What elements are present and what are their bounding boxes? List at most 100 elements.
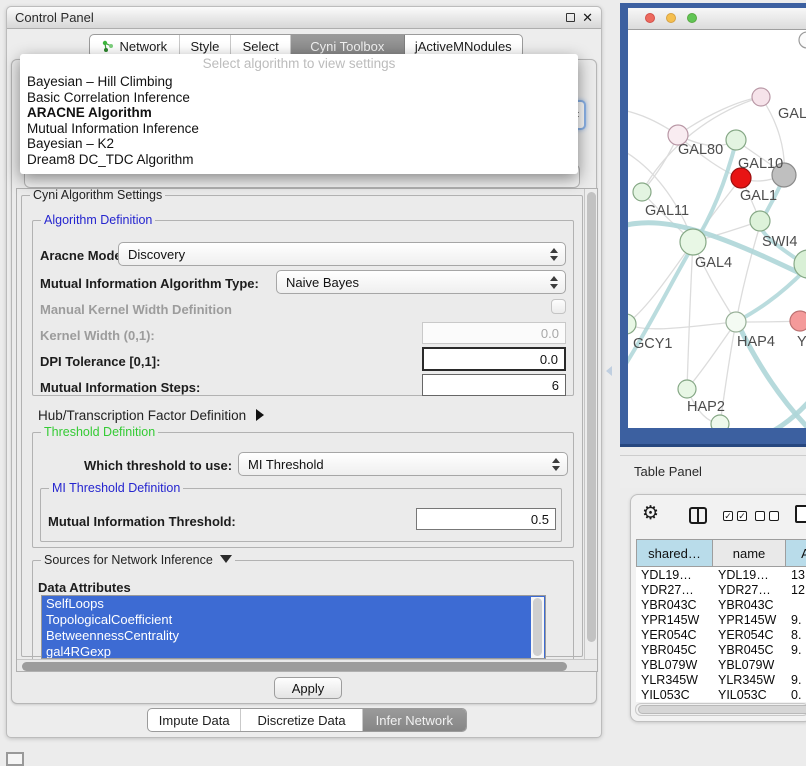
- table-horizontal-scrollbar-thumb[interactable]: [638, 705, 806, 714]
- data-attributes-list[interactable]: SelfLoopsTopologicalCoefficientBetweenne…: [41, 595, 546, 659]
- new-table-icon[interactable]: [795, 505, 806, 523]
- table-row[interactable]: YBR043CYBR043C: [636, 597, 806, 612]
- node-label-hap4: HAP4: [737, 334, 775, 350]
- node-gal7[interactable]: [752, 88, 770, 106]
- table-cell: YBL079W: [641, 658, 697, 672]
- node-gal1[interactable]: [750, 211, 770, 231]
- cyni-toolbox-panel: Select algorithm to view settings Bayesi…: [11, 59, 597, 704]
- tab-label: Impute Data: [159, 713, 230, 728]
- sources-title-toggle[interactable]: Sources for Network Inference: [41, 553, 235, 567]
- mi-steps-label: Mutual Information Steps:: [40, 380, 200, 395]
- dpi-tolerance-field[interactable]: 0.0: [422, 347, 566, 371]
- table-cell: YDL19…: [641, 568, 692, 582]
- settings-horizontal-scrollbar[interactable]: [17, 659, 598, 672]
- aracne-mode-label: Aracne Mode:: [40, 248, 126, 263]
- table-row[interactable]: YDR27…YDR27…12: [636, 582, 806, 597]
- attributes-scrollbar[interactable]: [531, 597, 544, 659]
- manual-kernel-width-label: Manual Kernel Width Definition: [40, 302, 232, 317]
- tab-discretize-data[interactable]: Discretize Data: [241, 709, 362, 731]
- mi-steps-field[interactable]: 6: [422, 374, 566, 396]
- gear-icon[interactable]: ⚙: [642, 504, 659, 523]
- node-top-right[interactable]: [799, 32, 806, 48]
- table-cell: YBR045C: [641, 643, 697, 657]
- splitpane-toggle-icon[interactable]: [606, 366, 612, 376]
- table-row[interactable]: YIL053CYIL053C0.: [636, 687, 806, 702]
- tab-label: Cyni Toolbox: [310, 39, 384, 54]
- float-window-icon[interactable]: [566, 13, 575, 22]
- tab-label: Network: [119, 39, 167, 54]
- table-cell: 0.: [791, 688, 801, 702]
- settings-scroll-viewport: Cyni Algorithm Settings Algorithm Defini…: [16, 188, 598, 672]
- node-salmon[interactable]: [790, 311, 806, 331]
- combo-stepper-icon: [550, 276, 558, 289]
- algorithm-option[interactable]: Dream8 DC_TDC Algorithm: [27, 152, 194, 168]
- hub-factor-section-toggle[interactable]: Hub/Transcription Factor Definition: [38, 408, 264, 423]
- tab-label: Discretize Data: [257, 713, 345, 728]
- tab-impute-data[interactable]: Impute Data: [148, 709, 241, 731]
- select-all-columns-icon[interactable]: ✓ ✓: [723, 511, 747, 521]
- table-panel-titlebar[interactable]: Table Panel: [620, 456, 806, 488]
- node-bottom[interactable]: [711, 415, 729, 428]
- close-traffic-light-icon[interactable]: [645, 13, 655, 23]
- node-hap4[interactable]: [726, 312, 746, 332]
- settings-horizontal-scrollbar-thumb[interactable]: [22, 662, 567, 671]
- table-cell: YPR145W: [718, 613, 776, 627]
- deselect-all-columns-icon[interactable]: [755, 511, 779, 521]
- settings-vertical-scrollbar-thumb[interactable]: [587, 192, 596, 642]
- column-header-name[interactable]: name: [713, 539, 786, 567]
- node-attribute-table: shared…nameA YDL19…YDL19…13YDR27…YDR27…1…: [636, 539, 806, 702]
- zoom-traffic-light-icon[interactable]: [687, 13, 697, 23]
- cyni-algorithm-settings-group: Cyni Algorithm Settings Algorithm Defini…: [21, 195, 583, 657]
- node-gal10[interactable]: [726, 130, 746, 150]
- table-cell: YBL079W: [718, 658, 774, 672]
- which-threshold-combo[interactable]: MI Threshold: [238, 452, 568, 476]
- network-canvas[interactable]: GALGAL80GAL10GAL1GAL11GAL4SWI4GCY1HAP4YH…: [628, 30, 806, 428]
- table-cell: YBR043C: [641, 598, 697, 612]
- manual-kernel-width-checkbox[interactable]: [551, 299, 566, 314]
- table-row[interactable]: YBR045CYBR045C9.: [636, 642, 806, 657]
- aracne-mode-combo[interactable]: Discovery: [118, 242, 566, 266]
- table-row[interactable]: YPR145WYPR145W9.: [636, 612, 806, 627]
- table-horizontal-scrollbar[interactable]: [635, 703, 806, 716]
- algorithm-option[interactable]: ARACNE Algorithm: [27, 105, 152, 121]
- table-cell: YDR27…: [641, 583, 694, 597]
- column-header-shared[interactable]: shared…: [636, 539, 713, 567]
- split-columns-icon[interactable]: [689, 507, 707, 524]
- node-gal11[interactable]: [633, 183, 651, 201]
- control-panel-window: Control Panel ✕ NetworkStyleSelectCyni T…: [6, 6, 602, 738]
- close-icon[interactable]: ✕: [582, 10, 593, 26]
- mi-algorithm-type-value: Naive Bayes: [286, 275, 359, 290]
- network-window-titlebar[interactable]: [628, 8, 806, 30]
- node-label-y: Y: [797, 334, 806, 350]
- table-row[interactable]: YLR345WYLR345W9.: [636, 672, 806, 687]
- mi-algorithm-type-combo[interactable]: Naive Bayes: [276, 270, 566, 294]
- table-row[interactable]: YBL079W YBL079W: [636, 657, 806, 672]
- attribute-item[interactable]: gal4RGexp: [46, 644, 111, 659]
- attribute-item[interactable]: TopologicalCoefficient: [46, 612, 172, 628]
- algorithm-option[interactable]: Bayesian – K2: [27, 136, 114, 152]
- network-view-window: GALGAL80GAL10GAL1GAL11GAL4SWI4GCY1HAP4YH…: [620, 0, 806, 452]
- table-cell: 9.: [791, 613, 801, 627]
- node-gal4[interactable]: [680, 229, 706, 255]
- settings-vertical-scrollbar[interactable]: [584, 189, 597, 659]
- attribute-item[interactable]: BetweennessCentrality: [46, 628, 179, 644]
- algorithm-option[interactable]: Basic Correlation Inference: [27, 90, 190, 106]
- mi-threshold-field[interactable]: 0.5: [416, 508, 556, 530]
- control-panel-titlebar[interactable]: Control Panel ✕: [7, 7, 601, 29]
- algorithm-option[interactable]: Bayesian – Hill Climbing: [27, 74, 173, 90]
- algorithm-option[interactable]: Mutual Information Inference: [27, 121, 199, 137]
- table-cell: YDR27…: [718, 583, 771, 597]
- kernel-width-field[interactable]: 0.0: [422, 322, 566, 344]
- collapsed-arrow-icon: [256, 409, 264, 421]
- column-header-A[interactable]: A: [786, 539, 806, 567]
- attribute-item[interactable]: SelfLoops: [46, 596, 104, 612]
- table-row[interactable]: YDL19…YDL19…13: [636, 567, 806, 582]
- tab-infer-network[interactable]: Infer Network: [363, 709, 466, 731]
- node-hap2[interactable]: [678, 380, 696, 398]
- table-row[interactable]: YER054CYER054C8.: [636, 627, 806, 642]
- apply-button[interactable]: Apply: [274, 677, 342, 699]
- minimized-panel-icon[interactable]: [6, 752, 24, 766]
- minimize-traffic-light-icon[interactable]: [666, 13, 676, 23]
- attributes-scrollbar-thumb[interactable]: [533, 598, 542, 656]
- mi-threshold-definition-title: MI Threshold Definition: [49, 481, 183, 495]
